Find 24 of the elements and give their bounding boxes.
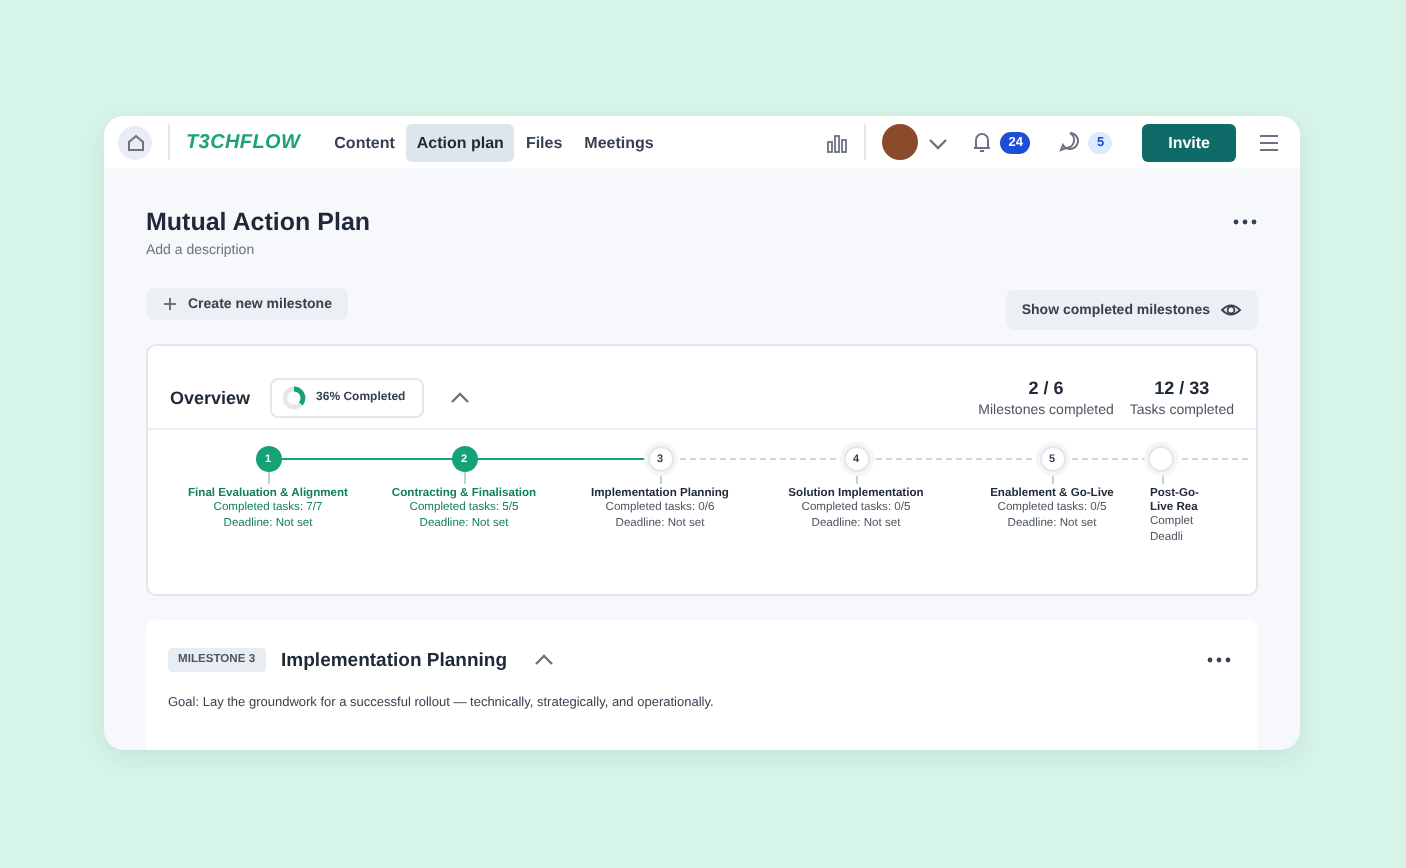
plus-icon	[162, 296, 178, 312]
nav-tab[interactable]: Files	[515, 123, 573, 161]
page-title: Mutual Action Plan	[146, 208, 371, 236]
nav-tab[interactable]: Meetings	[574, 123, 664, 161]
overview-title: Overview	[170, 387, 251, 407]
more-icon[interactable]	[1206, 654, 1232, 666]
eye-icon	[1220, 300, 1242, 320]
stat-value: 12 / 33	[1154, 377, 1210, 397]
milestone-heading: Implementation Planning	[281, 649, 507, 671]
avatar[interactable]	[882, 124, 919, 160]
progress-ring-icon	[282, 385, 307, 409]
invite-button[interactable]: Invite	[1142, 123, 1236, 161]
stat-value: 2 / 6	[1028, 377, 1064, 397]
home-button[interactable]	[118, 125, 152, 159]
more-icon[interactable]	[1232, 216, 1258, 228]
chevron-up-icon[interactable]	[531, 650, 555, 670]
milestone-node[interactable]	[1148, 446, 1174, 472]
bar-chart-icon[interactable]	[826, 131, 849, 153]
menu-icon[interactable]	[1258, 131, 1280, 153]
bell-icon[interactable]	[970, 130, 995, 154]
home-icon	[125, 132, 145, 152]
nav-tab[interactable]: Content	[324, 123, 405, 161]
nav-tab[interactable]: Action plan	[406, 123, 514, 161]
chevron-up-icon[interactable]	[447, 387, 472, 407]
